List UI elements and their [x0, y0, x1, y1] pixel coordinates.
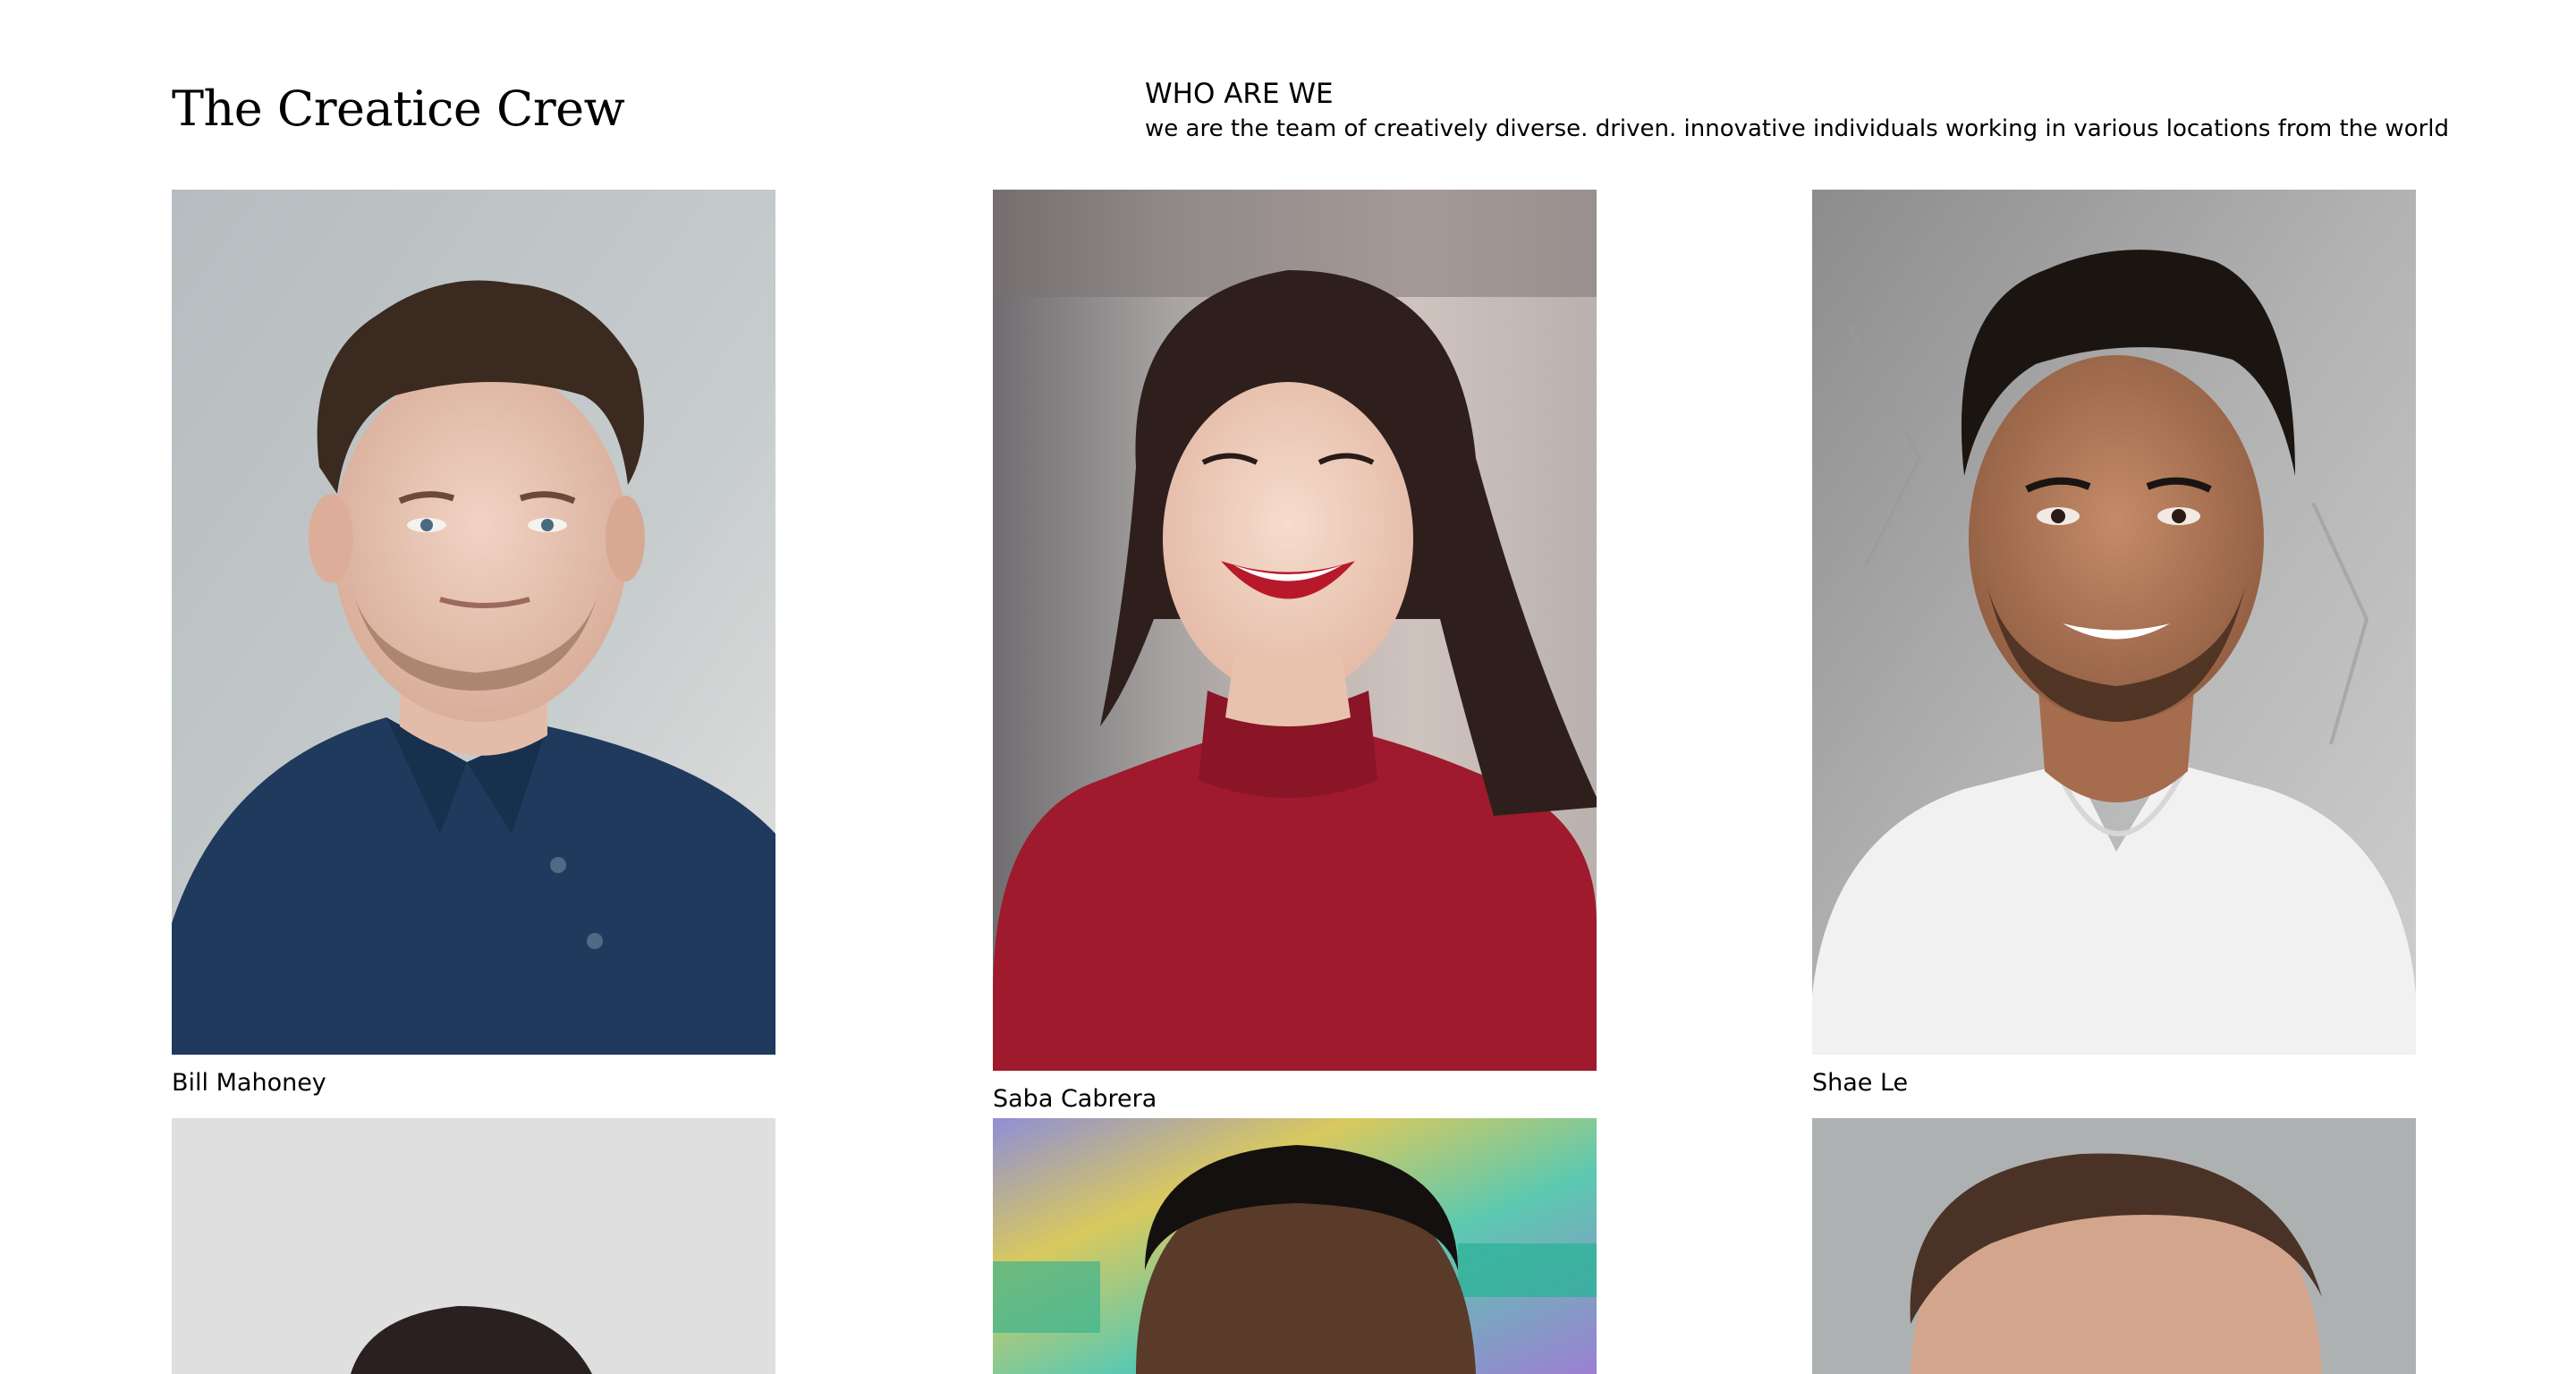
portrait-image — [172, 190, 775, 1055]
portrait-image — [1812, 1118, 2416, 1374]
portrait-image — [993, 1118, 1597, 1374]
team-member-photo — [172, 1118, 775, 1374]
team-card[interactable] — [1812, 1118, 2416, 1374]
page-title: The Creatice Crew — [172, 81, 625, 137]
portrait-image — [1812, 190, 2416, 1055]
portrait-image — [993, 190, 1597, 1071]
team-member-name: Saba Cabrera — [993, 1085, 1157, 1113]
team-member-photo — [1812, 190, 2416, 1055]
team-card[interactable] — [993, 1118, 1597, 1374]
about-section: WHO ARE WE we are the team of creatively… — [1145, 75, 2450, 145]
team-member-name: Bill Mahoney — [172, 1069, 326, 1097]
about-text: we are the team of creatively diverse. d… — [1145, 115, 2450, 142]
team-card[interactable] — [172, 1118, 775, 1374]
portrait-image — [172, 1118, 775, 1374]
team-member-photo — [1812, 1118, 2416, 1374]
team-member-photo — [172, 190, 775, 1055]
about-heading: WHO ARE WE — [1145, 78, 1334, 110]
team-member-photo — [993, 190, 1597, 1071]
team-card[interactable]: Shae Le — [1812, 190, 2416, 1099]
team-member-name: Shae Le — [1812, 1069, 1909, 1097]
team-card[interactable]: Bill Mahoney — [172, 190, 775, 1099]
team-card[interactable]: Saba Cabrera — [993, 190, 1597, 1115]
team-member-photo — [993, 1118, 1597, 1374]
